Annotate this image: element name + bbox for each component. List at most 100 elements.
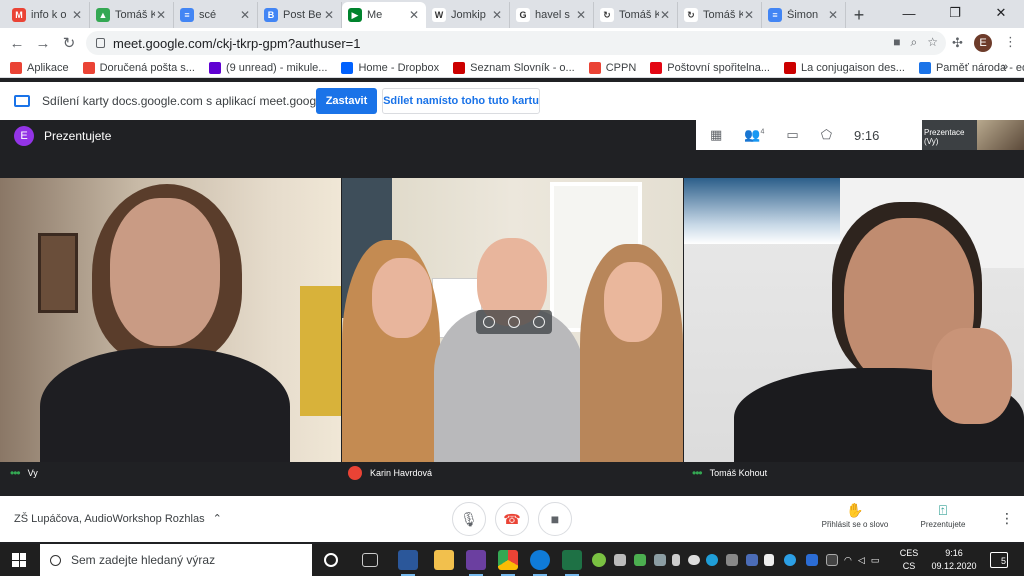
new-tab-button[interactable]: + — [846, 2, 872, 28]
camera-icon[interactable]: ■ — [893, 35, 900, 50]
bookmark-item[interactable]: Doručená pošta s... — [82, 61, 195, 74]
bookmarks-bar: Aplikace Doručená pošta s... (9 unread) - … — [0, 58, 1024, 78]
self-preview[interactable]: Prezentace (Vy) — [922, 120, 1024, 150]
close-window-button[interactable]: ✕ — [978, 0, 1024, 26]
browser-tab[interactable]: B Post Be ✕ — [258, 2, 342, 28]
bookmark-item[interactable]: Seznam Slovník - o... — [453, 61, 575, 74]
app-icon-wifi[interactable] — [634, 554, 646, 566]
restore-button[interactable]: ❐ — [932, 0, 978, 26]
file-explorer-icon[interactable] — [434, 550, 454, 570]
close-tab-icon[interactable]: ✕ — [491, 8, 503, 22]
browser-tab[interactable]: ≡ scé ✕ — [174, 2, 258, 28]
stop-sharing-button[interactable]: Zastavit — [316, 88, 377, 114]
browser-tab[interactable]: Minfo k o ✕ — [6, 2, 90, 28]
tab-favicon-icon: ↻ — [600, 8, 614, 22]
app-icon-grey[interactable] — [726, 554, 738, 566]
save-app-icon[interactable] — [466, 550, 486, 576]
close-tab-icon[interactable]: ✕ — [155, 8, 167, 22]
app-icon-blue[interactable] — [706, 554, 718, 566]
task-view-icon[interactable] — [362, 553, 378, 567]
app-icon-usb[interactable] — [654, 554, 666, 566]
tile-hover-controls[interactable] — [476, 310, 552, 334]
bookmarks-more-icon[interactable]: » — [1002, 61, 1008, 73]
input-language[interactable]: CES CS — [892, 547, 926, 573]
more-options-icon[interactable]: ⋮ — [1000, 510, 1014, 527]
microphone-button[interactable]: 🎙 — [452, 502, 486, 536]
word-icon[interactable] — [398, 550, 418, 576]
excel-icon[interactable] — [562, 550, 582, 576]
address-bar[interactable]: meet.google.com/ckj-tkrp-gpm?authuser=1 … — [86, 31, 946, 55]
close-tab-icon[interactable]: ✕ — [408, 8, 420, 22]
forward-icon[interactable]: → — [30, 30, 56, 56]
bookmark-item[interactable]: Aplikace — [10, 61, 69, 74]
zoom-icon[interactable]: ⌕ — [911, 35, 918, 50]
close-tab-icon[interactable]: ✕ — [71, 8, 83, 22]
browser-tab[interactable]: W Jomkip ✕ — [426, 2, 510, 28]
close-tab-icon[interactable]: ✕ — [575, 8, 587, 22]
reload-icon[interactable]: ↻ — [56, 30, 82, 56]
close-tab-icon[interactable]: ✕ — [827, 8, 839, 22]
extensions-icon[interactable]: ✣ — [952, 35, 963, 51]
app-icon-circle[interactable] — [784, 554, 796, 566]
tray-icon[interactable] — [672, 554, 680, 566]
share-this-tab-button[interactable]: Sdílet namísto toho tuto kartu — [382, 88, 540, 114]
profile-avatar[interactable]: E — [974, 34, 992, 52]
back-icon[interactable]: ← — [4, 30, 30, 56]
minimize-button[interactable]: — — [886, 0, 932, 26]
app-icon-gear[interactable] — [614, 554, 626, 566]
clock-date: 09.12.2020 — [931, 561, 977, 571]
bookmark-item[interactable]: La conjugaison des... — [784, 61, 905, 74]
bookmark-item[interactable]: Poštovní spořitelna... — [650, 61, 770, 74]
browser-tab[interactable]: Ghavel s ✕ — [510, 2, 594, 28]
bookmark-favicon-icon — [453, 61, 466, 74]
close-tab-icon[interactable]: ✕ — [323, 8, 335, 22]
bookmark-item[interactable]: (9 unread) - mikule... — [208, 61, 327, 74]
app-icon-dark[interactable] — [826, 554, 838, 566]
browser-menu-icon[interactable]: ⋮ — [1004, 34, 1017, 50]
layout-grid-icon[interactable]: ▦ — [710, 127, 722, 143]
people-icon[interactable]: 👥4 — [744, 127, 764, 143]
present-button[interactable]: ⍐ Prezentujete — [903, 502, 983, 529]
app-icon-green[interactable] — [592, 553, 606, 567]
cortana-icon[interactable] — [324, 553, 338, 567]
close-tab-icon[interactable]: ✕ — [743, 8, 755, 22]
remove-icon[interactable] — [533, 316, 546, 328]
bookmark-item[interactable]: Home - Dropbox — [341, 61, 439, 74]
meeting-name: ZŠ Lupáčova, AudioWorkshop Rozhlas — [14, 512, 205, 525]
taskbar-clock[interactable]: 9:16 09.12.2020 — [928, 547, 980, 573]
hang-up-button[interactable]: ☎ — [495, 502, 529, 536]
wifi-icon[interactable]: ◠ — [844, 555, 852, 566]
start-button[interactable] — [0, 544, 38, 576]
volume-icon[interactable]: ◁ — [858, 555, 865, 566]
app-icon-screen[interactable] — [746, 554, 758, 566]
raise-hand-button[interactable]: ✋ Přihlásit se o slovo — [815, 502, 895, 529]
windows-logo-icon — [12, 553, 26, 567]
camera-button[interactable]: ■ — [538, 502, 572, 536]
edge-icon[interactable] — [530, 550, 550, 576]
taskbar-search[interactable]: Sem zadejte hledaný výraz — [40, 544, 312, 576]
mute-icon[interactable] — [507, 316, 520, 328]
browser-tab[interactable]: ↻ Tomáš K ✕ — [594, 2, 678, 28]
browser-tab[interactable]: ▲ Tomáš K ✕ — [90, 2, 174, 28]
activities-icon[interactable]: ⬠ — [821, 127, 832, 143]
browser-tab[interactable]: ▶ Me ✕ — [342, 2, 426, 28]
pin-icon[interactable] — [482, 316, 495, 328]
participant-tile-tomas[interactable] — [684, 178, 1024, 462]
notifications-icon[interactable]: 5 — [990, 552, 1008, 568]
meeting-details[interactable]: ZŠ Lupáčova, AudioWorkshop Rozhlas ⌃ — [14, 512, 222, 526]
chrome-icon[interactable] — [498, 550, 518, 576]
battery-icon[interactable]: ▭ — [871, 555, 880, 566]
close-tab-icon[interactable]: ✕ — [239, 8, 251, 22]
bookmark-item[interactable]: Paměť národa - edi... — [918, 61, 1024, 74]
participant-tile-you[interactable] — [0, 178, 341, 462]
browser-tab[interactable]: ↻ Tomáš K ✕ — [678, 2, 762, 28]
onedrive-icon[interactable] — [688, 555, 700, 565]
bookmark-favicon-icon — [588, 61, 601, 74]
browser-tab[interactable]: ≡ Šimon ✕ — [762, 2, 846, 28]
close-tab-icon[interactable]: ✕ — [659, 8, 671, 22]
bluetooth-icon[interactable] — [806, 554, 818, 566]
star-icon[interactable]: ☆ — [927, 35, 938, 50]
chat-icon[interactable]: ▭ — [786, 127, 798, 143]
shield-icon[interactable] — [764, 554, 774, 566]
bookmark-item[interactable]: CPPN — [588, 61, 636, 74]
